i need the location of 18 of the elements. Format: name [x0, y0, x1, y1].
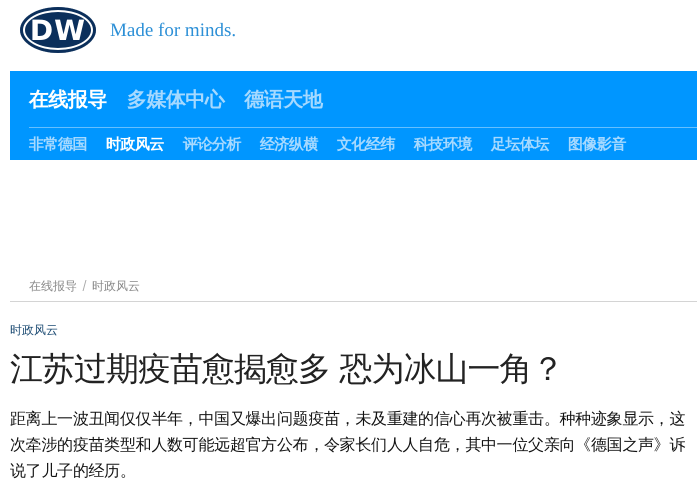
- subnav-tab[interactable]: 评论分析: [183, 134, 241, 154]
- tagline: Made for minds.: [110, 20, 236, 42]
- lead-paragraph: 距离上一波丑闻仅仅半年，中国又爆出问题疫苗，未及重建的信心再次被重击。种种迹象显示，这次牵涉的疫苗类型和人数可能远超官方公布，令家长们人人自危，其中一位父亲向《德国之声》诉说了儿子的经历。: [10, 408, 686, 482]
- logo[interactable]: DW: [20, 7, 96, 53]
- breadcrumb-link[interactable]: 在线报导: [29, 278, 77, 295]
- category-link[interactable]: 时政风云: [10, 322, 700, 339]
- breadcrumb-link[interactable]: 时政风云: [92, 278, 140, 295]
- headline: 江苏过期疫苗愈揭愈多 恐为冰山一角？: [10, 348, 564, 390]
- subnav-tab[interactable]: 图像影音: [568, 134, 626, 154]
- subnav-tab[interactable]: 科技环境: [414, 134, 472, 154]
- subnav-tab[interactable]: 非常德国: [29, 134, 87, 154]
- subnav-tab[interactable]: 经济纵横: [260, 134, 318, 154]
- nav-tab[interactable]: 德语天地: [244, 86, 322, 112]
- nav-tab[interactable]: 在线报导: [29, 86, 107, 112]
- subnav-tab[interactable]: 文化经纬: [337, 134, 395, 154]
- subnav-tab[interactable]: 足坛体坛: [491, 134, 549, 154]
- nav-tab[interactable]: 多媒体中心: [127, 86, 224, 112]
- subnav-tab[interactable]: 时政风云: [106, 134, 164, 154]
